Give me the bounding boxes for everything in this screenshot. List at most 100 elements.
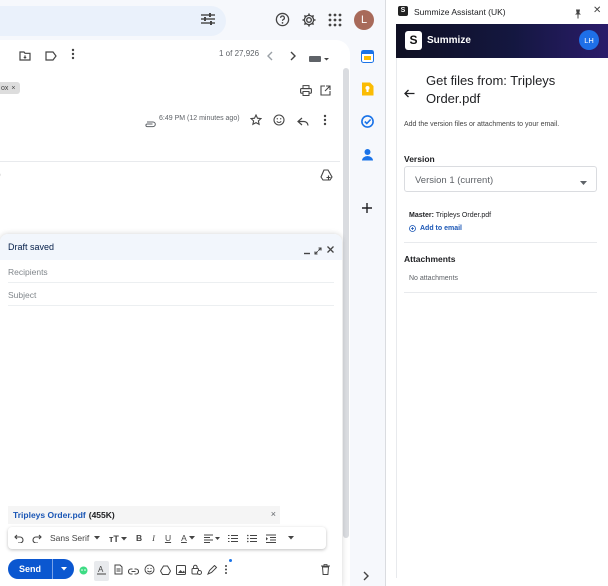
compose-header[interactable]: Draft saved	[0, 234, 342, 260]
chevron-right-icon[interactable]	[289, 48, 297, 66]
align-icon[interactable]	[204, 534, 221, 543]
version-select-value: Version 1 (current)	[415, 175, 494, 186]
account-avatar[interactable]: L	[354, 10, 374, 30]
add-to-email-label: Add to email	[420, 225, 463, 232]
minimize-icon[interactable]	[303, 242, 311, 260]
divider	[0, 161, 340, 162]
no-attachments-text: No attachments	[409, 275, 459, 282]
star-icon[interactable]	[249, 113, 263, 131]
settings-gear-icon[interactable]	[301, 12, 317, 33]
help-icon[interactable]	[275, 12, 290, 32]
move-to-folder-icon[interactable]	[19, 48, 31, 66]
formatting-options-icon[interactable]: A	[94, 561, 109, 581]
send-button[interactable]: Send	[8, 559, 74, 579]
insert-photo-icon[interactable]	[176, 562, 186, 580]
add-to-email-link[interactable]: Add to email	[409, 225, 462, 232]
email-toolbar: 1 of 27,926	[0, 40, 340, 68]
divider	[404, 292, 597, 293]
bold-icon[interactable]: B	[136, 533, 142, 543]
insert-link-icon[interactable]	[127, 562, 140, 580]
expand-panel-chevron-icon[interactable]	[362, 568, 370, 586]
contacts-icon[interactable]	[361, 148, 374, 166]
compose-title: Draft saved	[8, 242, 55, 252]
label-icon[interactable]	[45, 48, 57, 66]
numbered-list-icon[interactable]	[228, 534, 239, 543]
bulleted-list-icon[interactable]	[247, 534, 258, 543]
remove-attachment-icon[interactable]: ×	[271, 509, 276, 519]
divider	[404, 242, 597, 243]
panel-title: Summize Assistant (UK)	[414, 7, 506, 17]
attachment-size: (455K)	[88, 510, 115, 520]
google-drive-icon[interactable]	[159, 562, 172, 580]
font-family-select[interactable]: Sans Serif	[50, 533, 100, 543]
close-icon[interactable]	[326, 241, 335, 259]
full-screen-icon[interactable]	[314, 242, 322, 260]
version-select[interactable]: Version 1 (current)	[404, 166, 597, 192]
master-file-name: Tripleys Order.pdf	[435, 212, 492, 219]
open-in-new-window-icon[interactable]	[320, 83, 331, 101]
summize-small-logo-icon: S	[398, 6, 408, 16]
more-send-options-icon[interactable]	[223, 559, 232, 580]
add-addon-plus-icon[interactable]	[361, 201, 373, 219]
tasks-icon[interactable]	[361, 115, 374, 133]
text-size-icon[interactable]: тT	[109, 534, 127, 543]
google-apps-icon[interactable]	[328, 13, 342, 32]
calendar-icon[interactable]	[361, 50, 374, 68]
pin-icon[interactable]	[574, 6, 582, 24]
version-label: Version	[404, 154, 435, 164]
add-to-drive-icon[interactable]	[320, 168, 333, 186]
reply-icon[interactable]	[297, 114, 309, 132]
gmail-top-bar: L	[0, 0, 385, 40]
italic-icon[interactable]: I	[152, 533, 155, 543]
attach-file-icon[interactable]	[114, 562, 123, 580]
emoji-reaction-icon[interactable]	[273, 113, 285, 131]
keep-icon[interactable]	[361, 82, 374, 101]
summize-logo-icon: S	[405, 31, 422, 50]
email-timestamp: 6:49 PM (12 minutes ago)	[159, 115, 240, 122]
panel-header: S Summize Assistant (UK) ✕	[386, 0, 608, 24]
add-circle-icon	[409, 225, 416, 232]
chevron-left-icon[interactable]	[266, 48, 274, 66]
recipients-field[interactable]: Recipients	[8, 260, 334, 283]
more-options-icon[interactable]	[70, 47, 76, 65]
back-arrow-icon[interactable]	[404, 85, 415, 103]
input-tools-keyboard-icon[interactable]	[309, 50, 331, 68]
label-chip-text: ox	[1, 84, 9, 92]
font-family-value: Sans Serif	[50, 533, 90, 543]
android-extension-icon[interactable]	[78, 562, 89, 580]
instruction-text: Add the version files or attachments to …	[404, 121, 560, 128]
attachment-chip[interactable]: Tripleys Order.pdf (455K) ×	[8, 506, 280, 524]
more-formatting-icon[interactable]	[288, 536, 295, 540]
confidential-mode-icon[interactable]	[191, 562, 202, 580]
close-panel-icon[interactable]: ✕	[593, 5, 601, 16]
summize-banner: S Summize LH	[396, 24, 608, 58]
pagination-count: 1 of 27,926	[219, 49, 260, 58]
print-icon[interactable]	[300, 83, 312, 101]
indent-icon[interactable]	[266, 534, 277, 543]
underline-icon[interactable]: U	[165, 533, 171, 543]
email-scrollbar[interactable]	[343, 68, 349, 538]
send-options-icon[interactable]	[52, 559, 74, 579]
email-view: 1 of 27,926 ox × 6:49 PM (12 minutes ago…	[0, 40, 350, 586]
user-avatar[interactable]: LH	[579, 30, 599, 50]
master-file-row: Master: Tripleys Order.pdf	[409, 212, 491, 219]
insert-signature-icon[interactable]	[207, 562, 218, 580]
search-bar[interactable]	[0, 6, 226, 36]
page-heading: Get files from: Tripleys Order.pdf	[426, 73, 556, 106]
search-options-icon[interactable]	[200, 12, 216, 31]
text-color-icon[interactable]: A	[181, 533, 196, 543]
discard-draft-trash-icon[interactable]	[321, 562, 330, 580]
attachment-name[interactable]: Tripleys Order.pdf	[13, 510, 86, 520]
notification-dot	[229, 559, 232, 562]
dropdown-caret-icon	[580, 177, 587, 188]
panel-border	[396, 58, 397, 578]
subject-field[interactable]: Subject	[8, 283, 334, 306]
attachments-label: Attachments	[404, 254, 456, 264]
redo-icon[interactable]	[32, 534, 42, 543]
undo-icon[interactable]	[14, 534, 24, 543]
message-more-options-icon[interactable]	[322, 113, 328, 131]
insert-emoji-icon[interactable]	[144, 562, 155, 580]
remove-label-icon[interactable]: ×	[11, 85, 15, 92]
body-text-fragment: )	[0, 170, 1, 179]
label-chip-inbox[interactable]: ox ×	[0, 82, 20, 94]
